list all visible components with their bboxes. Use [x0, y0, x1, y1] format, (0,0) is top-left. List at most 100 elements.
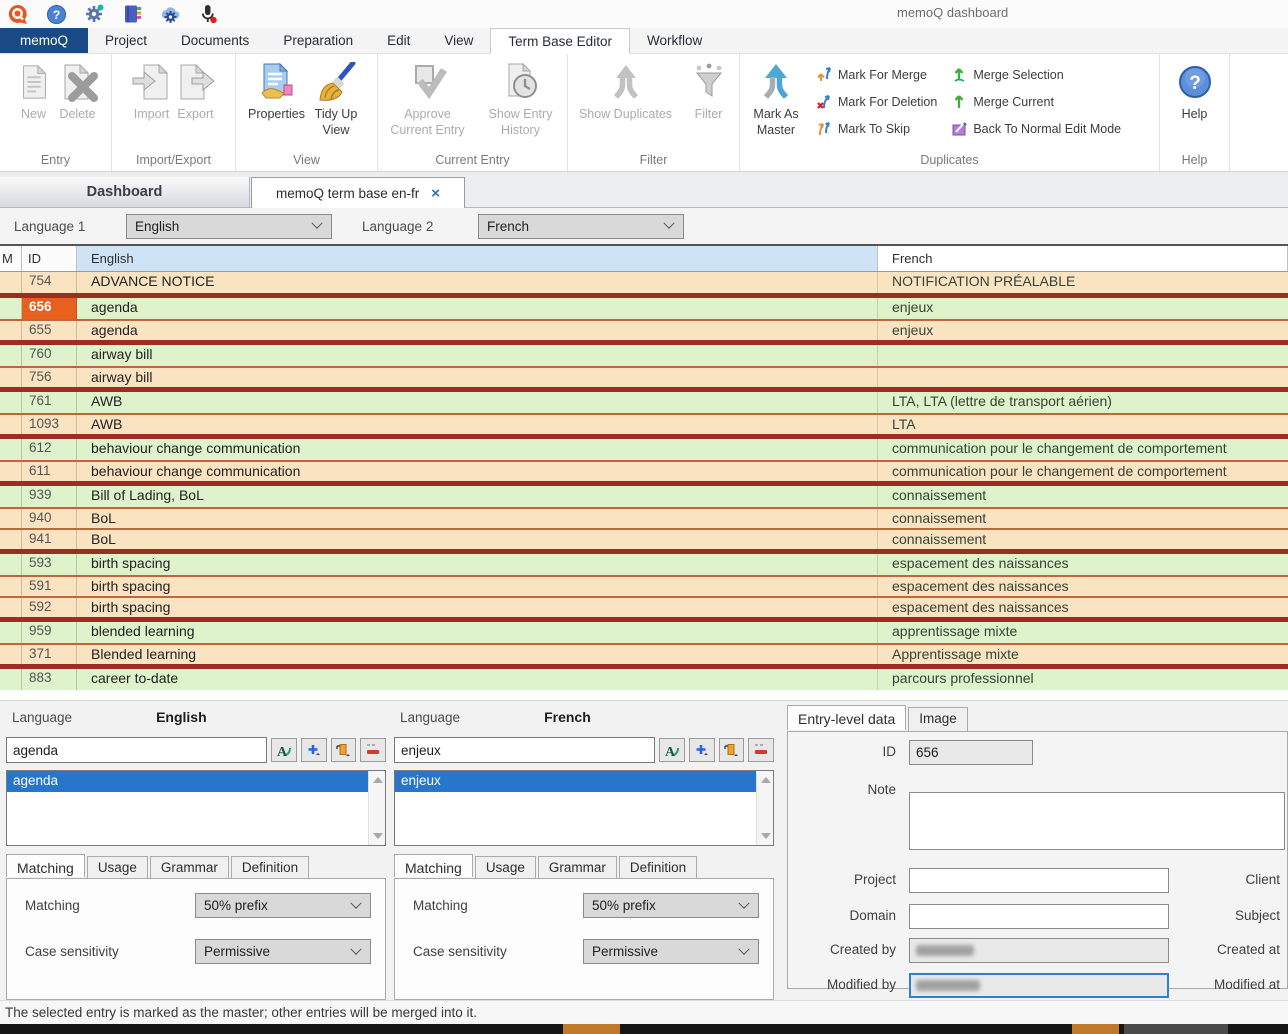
- resource-console-icon[interactable]: [120, 2, 144, 26]
- table-row[interactable]: 939Bill of Lading, BoLconnaissement: [0, 486, 1288, 507]
- table-row[interactable]: 959blended learningapprentissage mixte: [0, 622, 1288, 643]
- delete-entry-button[interactable]: Delete: [57, 56, 99, 122]
- case-sensitivity-select[interactable]: Permissive: [583, 939, 759, 964]
- scroll-down-icon[interactable]: [373, 833, 383, 839]
- table-row[interactable]: 655agendaenjeux: [0, 319, 1288, 340]
- scroll-up-icon[interactable]: [373, 777, 383, 783]
- domain-field[interactable]: [909, 904, 1169, 929]
- dictation-mic-icon[interactable]: [196, 2, 220, 26]
- menu-workflow[interactable]: Workflow: [630, 28, 719, 53]
- tab-entry-level-data[interactable]: Entry-level data: [787, 705, 906, 730]
- show-entry-history-button[interactable]: Show Entry History: [481, 56, 561, 139]
- tab-grammar[interactable]: Grammar: [150, 856, 229, 879]
- language1-select[interactable]: English: [126, 214, 332, 239]
- table-row[interactable]: 754ADVANCE NOTICENOTIFICATION PRÉALABLE: [0, 272, 1288, 293]
- menu-memoq-button[interactable]: memoQ: [0, 28, 88, 53]
- table-row[interactable]: 611behaviour change communicationcommuni…: [0, 460, 1288, 481]
- move-term-button[interactable]: [331, 738, 357, 762]
- close-tab-icon[interactable]: ×: [431, 186, 440, 201]
- scroll-up-icon[interactable]: [761, 777, 771, 783]
- tab-matching[interactable]: Matching: [394, 854, 473, 877]
- column-header-english[interactable]: English: [77, 246, 878, 271]
- term-list-item-selected[interactable]: enjeux: [395, 771, 756, 792]
- tab-definition[interactable]: Definition: [619, 856, 697, 879]
- listbox-scrollbar[interactable]: [756, 771, 773, 845]
- help-question-icon: ?: [1174, 60, 1216, 104]
- scroll-down-icon[interactable]: [761, 833, 771, 839]
- help-button[interactable]: ? Help: [1174, 56, 1216, 122]
- menu-edit[interactable]: Edit: [370, 28, 427, 53]
- help-icon[interactable]: ?: [44, 2, 68, 26]
- menu-term-base-editor[interactable]: Term Base Editor: [490, 28, 630, 53]
- entry-id-field[interactable]: [909, 740, 1033, 765]
- mark-as-master-button[interactable]: Mark As Master: [744, 56, 808, 142]
- back-to-normal-edit-mode-button[interactable]: Back To Normal Edit Mode: [951, 120, 1121, 137]
- menu-project[interactable]: Project: [88, 28, 164, 53]
- project-field[interactable]: [909, 868, 1169, 893]
- memoq-logo-icon[interactable]: [6, 2, 30, 26]
- column-header-master[interactable]: M: [0, 246, 22, 271]
- properties-button[interactable]: Properties: [248, 56, 305, 122]
- table-row[interactable]: 1093AWBLTA: [0, 413, 1288, 434]
- settings-gear-icon[interactable]: [82, 2, 106, 26]
- case-sensitivity-select[interactable]: Permissive: [195, 939, 371, 964]
- add-term-button[interactable]: [689, 738, 715, 762]
- table-row[interactable]: 883career to-dateparcours professionnel: [0, 669, 1288, 690]
- merge-selection-button[interactable]: Merge Selection: [951, 66, 1121, 83]
- table-row[interactable]: 761AWBLTA, LTA (lettre de transport aéri…: [0, 392, 1288, 413]
- tab-definition[interactable]: Definition: [231, 856, 309, 879]
- tab-dashboard[interactable]: Dashboard: [0, 177, 250, 207]
- table-row[interactable]: 940BoLconnaissement: [0, 507, 1288, 528]
- term-listbox[interactable]: enjeux: [394, 770, 774, 846]
- move-term-button[interactable]: [719, 738, 745, 762]
- table-row[interactable]: 756airway bill: [0, 366, 1288, 387]
- tab-usage[interactable]: Usage: [475, 856, 536, 879]
- note-field[interactable]: [909, 792, 1285, 850]
- filter-button[interactable]: Filter: [688, 56, 730, 122]
- column-header-french[interactable]: French: [878, 246, 1288, 271]
- tab-grammar[interactable]: Grammar: [538, 856, 617, 879]
- show-duplicates-button[interactable]: Show Duplicates: [578, 56, 674, 122]
- mark-for-deletion-button[interactable]: Mark For Deletion: [816, 93, 937, 110]
- mark-for-merge-button[interactable]: Mark For Merge: [816, 66, 937, 83]
- french-term-cell: Apprentissage mixte: [878, 645, 1288, 664]
- mark-to-skip-button[interactable]: Mark To Skip: [816, 120, 937, 137]
- menu-view[interactable]: View: [427, 28, 490, 53]
- table-row[interactable]: 371Blended learningApprentissage mixte: [0, 643, 1288, 664]
- approve-current-entry-button[interactable]: Approve Current Entry: [385, 56, 471, 139]
- tab-usage[interactable]: Usage: [87, 856, 148, 879]
- matching-select[interactable]: 50% prefix: [583, 893, 759, 918]
- import-button[interactable]: Import: [131, 56, 173, 122]
- export-button[interactable]: Export: [175, 56, 217, 122]
- tab-matching[interactable]: Matching: [6, 854, 85, 877]
- term-style-button[interactable]: A: [271, 738, 297, 762]
- remove-term-button[interactable]: [360, 738, 386, 762]
- table-row[interactable]: 612behaviour change communicationcommuni…: [0, 439, 1288, 460]
- merge-current-button[interactable]: Merge Current: [951, 93, 1121, 110]
- tab-image[interactable]: Image: [908, 707, 968, 732]
- table-row[interactable]: 656agendaenjeux: [0, 298, 1288, 319]
- table-row[interactable]: 592birth spacingespacement des naissance…: [0, 596, 1288, 617]
- table-row[interactable]: 591birth spacingespacement des naissance…: [0, 575, 1288, 596]
- tab-term-base[interactable]: memoQ term base en-fr ×: [251, 177, 465, 208]
- term-input[interactable]: [394, 737, 655, 763]
- language2-select[interactable]: French: [478, 214, 684, 239]
- term-style-button[interactable]: A: [659, 738, 685, 762]
- term-input[interactable]: [6, 737, 267, 763]
- term-list-item-selected[interactable]: agenda: [7, 771, 368, 792]
- table-row[interactable]: 941BoLconnaissement: [0, 528, 1288, 549]
- menu-preparation[interactable]: Preparation: [266, 28, 370, 53]
- listbox-scrollbar[interactable]: [368, 771, 385, 845]
- add-term-button[interactable]: [301, 738, 327, 762]
- matching-select[interactable]: 50% prefix: [195, 893, 371, 918]
- remove-term-button[interactable]: [748, 738, 774, 762]
- term-listbox[interactable]: agenda: [6, 770, 386, 846]
- table-row[interactable]: 593birth spacingespacement des naissance…: [0, 554, 1288, 575]
- server-settings-icon[interactable]: [158, 2, 182, 26]
- new-entry-button[interactable]: New: [13, 56, 55, 122]
- table-row[interactable]: 760airway bill: [0, 345, 1288, 366]
- english-term-cell: Bill of Lading, BoL: [77, 486, 878, 507]
- menu-documents[interactable]: Documents: [164, 28, 266, 53]
- tidy-up-view-button[interactable]: Tidy Up View: [307, 56, 365, 139]
- column-header-id[interactable]: ID: [22, 246, 77, 271]
